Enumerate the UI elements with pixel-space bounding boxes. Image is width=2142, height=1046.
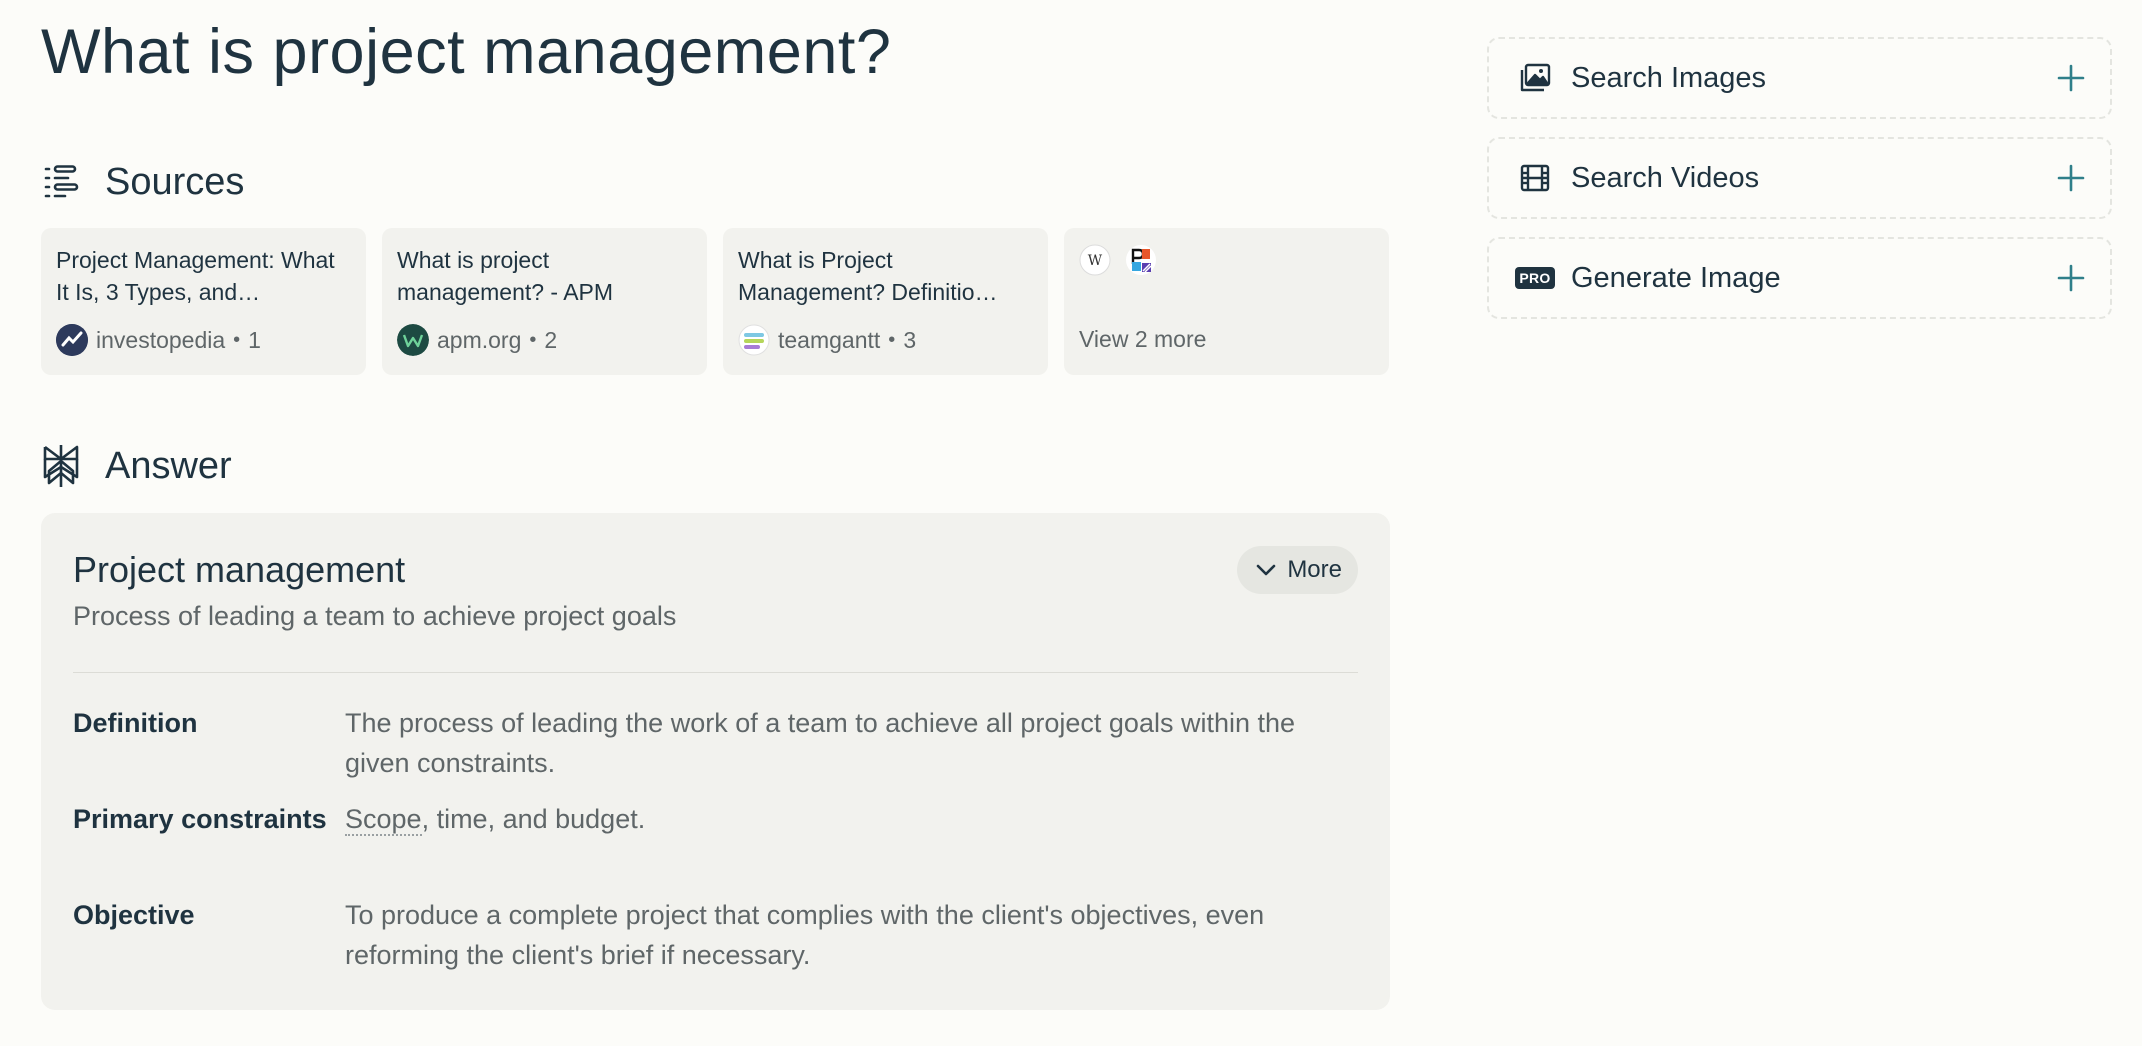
svg-text:W: W bbox=[1088, 253, 1103, 269]
more-button-label: More bbox=[1287, 556, 1342, 583]
source-site: investopedia bbox=[96, 326, 226, 353]
source-card-2[interactable]: What is project management? - APM apm.or… bbox=[382, 228, 707, 375]
answer-heading: Answer bbox=[105, 444, 232, 487]
meta-separator: • bbox=[233, 328, 241, 351]
generate-image-label: Generate Image bbox=[1571, 261, 1781, 294]
pro-badge-icon: PRO bbox=[1515, 262, 1555, 294]
sources-list-icon bbox=[41, 162, 81, 202]
sidebar: Search Images Search Videos PRO Generate… bbox=[1487, 37, 2112, 337]
meta-separator: • bbox=[888, 328, 896, 351]
chevron-down-icon bbox=[1255, 563, 1277, 577]
source-card-3[interactable]: What is Project Management? Definitio… t… bbox=[723, 228, 1048, 375]
source-title: What is Project Management? Definitio… bbox=[738, 247, 998, 305]
wikipedia-favicon: W bbox=[1079, 244, 1111, 276]
scope-link[interactable]: Scope bbox=[345, 804, 422, 836]
sources-heading: Sources bbox=[105, 160, 245, 203]
search-images-button[interactable]: Search Images bbox=[1487, 37, 2112, 119]
source-site: apm.org bbox=[437, 326, 522, 353]
view-more-sources-card[interactable]: W View 2 more bbox=[1064, 228, 1389, 375]
pro-badge: PRO bbox=[1515, 267, 1555, 289]
search-videos-button[interactable]: Search Videos bbox=[1487, 137, 2112, 219]
source-site: teamgantt bbox=[778, 326, 881, 353]
fact-value: Scope, time, and budget. bbox=[345, 799, 1358, 839]
knowledge-card: Project management Process of leading a … bbox=[41, 513, 1390, 1010]
plus-icon bbox=[2056, 163, 2086, 193]
source-title: Project Management: What It Is, 3 Types,… bbox=[56, 247, 335, 305]
search-images-label: Search Images bbox=[1571, 61, 1767, 94]
sources-list: Project Management: What It Is, 3 Types,… bbox=[41, 228, 1389, 375]
fact-row-objective: Objective To produce a complete project … bbox=[73, 895, 1358, 975]
image-icon bbox=[1519, 62, 1551, 94]
perplexity-logo-icon bbox=[41, 445, 81, 487]
fact-value: To produce a complete project that compl… bbox=[345, 900, 1265, 970]
source-meta: apm.org • 2 bbox=[397, 324, 557, 356]
source-title: What is project management? - APM bbox=[397, 247, 614, 305]
source-index: 3 bbox=[903, 326, 917, 353]
meta-separator: • bbox=[529, 328, 537, 351]
fact-row-primary-constraints: Primary constraints Scope, time, and bud… bbox=[73, 799, 1358, 839]
source-index: 1 bbox=[248, 326, 261, 353]
apm-favicon bbox=[397, 324, 429, 356]
more-button[interactable]: More bbox=[1237, 546, 1358, 594]
answer-header: Answer bbox=[41, 442, 232, 490]
fact-row-definition: Definition The process of leading the wo… bbox=[73, 703, 1358, 783]
plus-icon bbox=[2056, 63, 2086, 93]
film-icon bbox=[1519, 162, 1551, 194]
fact-value-rest: , time, and budget. bbox=[421, 804, 646, 834]
sources-header: Sources bbox=[41, 158, 244, 206]
more-favicons: W bbox=[1079, 244, 1374, 276]
fact-value: The process of leading the work of a tea… bbox=[345, 708, 1296, 778]
source-meta: investopedia • 1 bbox=[56, 324, 261, 356]
source-index: 2 bbox=[544, 326, 558, 353]
teamgantt-favicon bbox=[738, 324, 770, 356]
search-videos-label: Search Videos bbox=[1571, 161, 1760, 194]
source-meta: teamgantt • 3 bbox=[738, 324, 916, 356]
page: What is project management? Sources Proj… bbox=[0, 0, 2142, 1046]
pm-favicon bbox=[1125, 244, 1157, 276]
fact-label: Definition bbox=[73, 708, 198, 738]
divider bbox=[73, 672, 1358, 673]
investopedia-favicon bbox=[56, 324, 88, 356]
entity-subtitle: Process of leading a team to achieve pro… bbox=[73, 601, 677, 631]
generate-image-button[interactable]: PRO Generate Image bbox=[1487, 237, 2112, 319]
source-card-1[interactable]: Project Management: What It Is, 3 Types,… bbox=[41, 228, 366, 375]
view-more-label: View 2 more bbox=[1079, 326, 1207, 352]
fact-label: Objective bbox=[73, 900, 195, 930]
entity-title: Project management bbox=[73, 549, 406, 590]
plus-icon bbox=[2056, 263, 2086, 293]
fact-label: Primary constraints bbox=[73, 804, 327, 834]
query-title: What is project management? bbox=[41, 17, 892, 87]
